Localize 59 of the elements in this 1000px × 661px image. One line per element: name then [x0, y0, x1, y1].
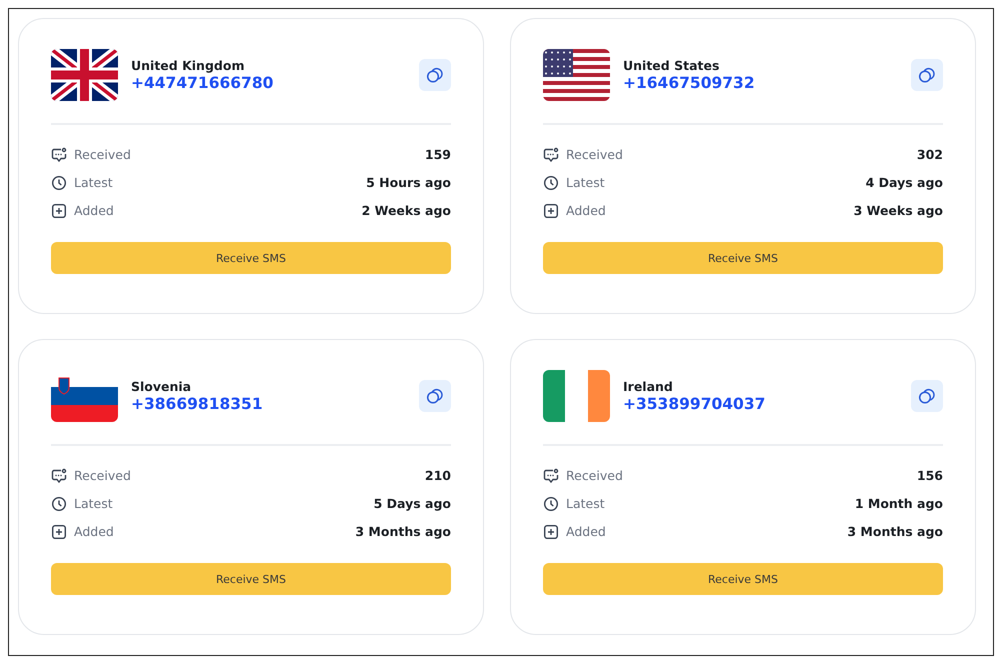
copy-button[interactable]	[911, 380, 943, 412]
stat-label: Received	[566, 468, 624, 483]
receive-sms-button[interactable]: Receive SMS	[543, 563, 943, 595]
stat-label: Added	[74, 203, 115, 218]
plus-square-icon	[51, 524, 67, 540]
receive-sms-button[interactable]: Receive SMS	[51, 563, 451, 595]
stat-value: 3 Months ago	[355, 524, 451, 539]
clock-icon	[51, 496, 67, 512]
copy-icon	[918, 66, 936, 84]
copy-button[interactable]	[911, 59, 943, 91]
chat-bubble-icon	[543, 146, 559, 162]
country-name: United Kingdom	[131, 58, 246, 73]
copy-icon	[426, 387, 444, 405]
stat-label: Received	[74, 147, 132, 162]
copy-icon	[426, 66, 444, 84]
stat-value: 156	[916, 468, 943, 483]
phone-number: +353899704037	[623, 395, 766, 413]
phone-number: +16467509732	[623, 74, 756, 92]
clock-icon	[543, 496, 559, 512]
stat-value: 210	[424, 468, 451, 483]
stat-value: 3 Months ago	[847, 524, 943, 539]
stat-value: 159	[424, 147, 451, 162]
plus-square-icon	[543, 202, 559, 218]
stat-label: Added	[566, 203, 607, 218]
stat-value: 302	[916, 147, 943, 162]
stat-value: 4 Days ago	[866, 175, 943, 190]
stat-value: 3 Weeks ago	[854, 203, 943, 218]
plus-square-icon	[543, 524, 559, 540]
chat-bubble-icon	[543, 468, 559, 484]
copy-button[interactable]	[419, 380, 451, 412]
clock-icon	[543, 174, 559, 190]
chat-bubble-icon	[51, 146, 67, 162]
stat-label: Latest	[74, 496, 114, 511]
stat-label: Latest	[74, 175, 114, 190]
chat-bubble-icon	[51, 468, 67, 484]
flag-icon	[543, 370, 610, 422]
stat-label: Received	[74, 468, 132, 483]
country-name: Ireland	[623, 379, 674, 394]
copy-icon	[918, 387, 936, 405]
flag-icon	[51, 49, 118, 101]
phone-number: +447471666780	[131, 74, 274, 92]
stat-value: 5 Days ago	[374, 496, 451, 511]
stat-value: 1 Month ago	[854, 496, 943, 511]
phone-number: +38669818351	[131, 395, 264, 413]
receive-sms-button[interactable]: Receive SMS	[543, 242, 943, 274]
flag-icon	[543, 49, 610, 101]
stat-label: Added	[74, 524, 115, 539]
stat-label: Added	[566, 524, 607, 539]
stat-label: Received	[566, 147, 624, 162]
country-name: Slovenia	[131, 379, 192, 394]
clock-icon	[51, 174, 67, 190]
stat-label: Latest	[566, 496, 606, 511]
stat-label: Latest	[566, 175, 606, 190]
plus-square-icon	[51, 202, 67, 218]
copy-button[interactable]	[419, 59, 451, 91]
country-name: United States	[623, 58, 720, 73]
receive-sms-button[interactable]: Receive SMS	[51, 242, 451, 274]
stat-value: 5 Hours ago	[366, 175, 451, 190]
stat-value: 2 Weeks ago	[362, 203, 451, 218]
